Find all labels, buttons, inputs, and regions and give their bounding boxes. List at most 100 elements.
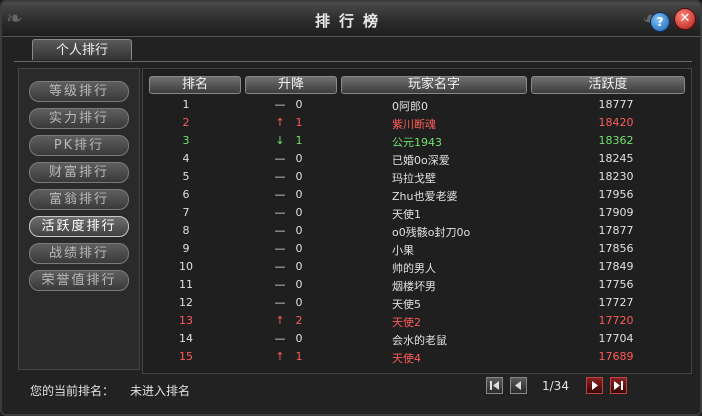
activity-score-cell: 18362 [598,134,634,147]
tab-personal-ranking[interactable]: 个人排行 [32,39,132,60]
table-row[interactable]: 11 — 0 烟楼坏男 17756 [143,276,691,294]
player-name-cell: 会水的老鼠 [392,334,447,347]
window-title: 排行榜 [314,12,387,30]
rank-cell: 14 [179,332,193,345]
rank-unchanged-icon: — [274,296,286,309]
rank-cell: 8 [182,224,190,237]
rank-change-cell: 0 [295,332,303,345]
player-name-cell: 天使5 [392,298,421,311]
rank-unchanged-icon: — [274,152,286,165]
rank-up-icon: ↑ [275,314,285,327]
rank-change-cell: 2 [295,314,303,327]
activity-score-cell: 17689 [598,350,634,363]
close-icon[interactable]: ✕ [674,8,696,30]
activity-score-cell: 17727 [598,296,634,309]
column-header-rank[interactable]: 排名 [149,76,241,94]
player-name-cell: 紫川断魂 [392,118,436,131]
help-icon[interactable]: ? [650,12,670,32]
activity-score-cell: 17849 [598,260,634,273]
rank-cell: 10 [179,260,193,273]
sidebar-item-rich[interactable]: 富翁排行 [29,189,129,210]
last-page-icon[interactable] [610,377,627,394]
table-row[interactable]: 13 ↑ 2 天使2 17720 [143,312,691,330]
table-row[interactable]: 10 — 0 帅的男人 17849 [143,258,691,276]
rank-cell: 1 [182,98,190,111]
activity-score-cell: 17877 [598,224,634,237]
player-name-cell: 烟楼坏男 [392,280,436,293]
rank-cell: 4 [182,152,190,165]
rank-cell: 9 [182,242,190,255]
rank-unchanged-icon: — [274,278,286,291]
table-row[interactable]: 15 ↑ 1 天使4 17689 [143,348,691,366]
rank-unchanged-icon: — [274,260,286,273]
rank-change-cell: 0 [295,224,303,237]
rank-change-cell: 0 [295,242,303,255]
rank-cell: 6 [182,188,190,201]
table-row[interactable]: 9 — 0 小果 17856 [143,240,691,258]
rank-change-cell: 0 [295,260,303,273]
sidebar-item-honor[interactable]: 荣誉值排行 [29,270,129,291]
sidebar-item-level[interactable]: 等级排行 [29,81,129,102]
rank-change-cell: 0 [295,278,303,291]
table-row[interactable]: 14 — 0 会水的老鼠 17704 [143,330,691,348]
table-row[interactable]: 6 — 0 Zhu也爱老婆 17956 [143,186,691,204]
player-name-cell: Zhu也爱老婆 [392,190,458,203]
player-name-cell: 天使2 [392,316,421,329]
rank-change-cell: 1 [295,350,303,363]
table-row[interactable]: 1 — 0 0阿郎0 18777 [143,96,691,114]
title-bar[interactable]: ❧ 排行榜 ☙ ? ✕ [2,2,700,37]
player-name-cell: 公元1943 [392,136,442,149]
rank-change-cell: 0 [295,206,303,219]
rank-up-icon: ↑ [275,350,285,363]
ranking-window: ❧ 排行榜 ☙ ? ✕ 个人排行 等级排行 实力排行 PK排行 财富排行 富翁排… [0,0,702,416]
column-header-activity[interactable]: 活跃度 [531,76,685,94]
prev-page-icon[interactable] [510,377,527,394]
rank-unchanged-icon: — [274,224,286,237]
rank-unchanged-icon: — [274,188,286,201]
page-indicator: 1/34 [542,379,569,393]
player-name-cell: 帅的男人 [392,262,436,275]
table-row[interactable]: 8 — 0 o0残骸o封刀0o 17877 [143,222,691,240]
table-row[interactable]: 2 ↑ 1 紫川断魂 18420 [143,114,691,132]
sidebar-item-strength[interactable]: 实力排行 [29,108,129,129]
current-rank-label: 您的当前排名： [30,384,115,398]
rank-cell: 15 [179,350,193,363]
current-rank-value: 未进入排名 [130,384,191,398]
rank-change-cell: 0 [295,296,303,309]
table-row[interactable]: 12 — 0 天使5 17727 [143,294,691,312]
table-row[interactable]: 5 — 0 玛拉戈壁 18230 [143,168,691,186]
rank-unchanged-icon: — [274,206,286,219]
tab-strip: 个人排行 [14,39,692,62]
rank-cell: 7 [182,206,190,219]
column-header-change[interactable]: 升降 [245,76,337,94]
player-name-cell: 0阿郎0 [392,100,428,113]
sidebar-item-battle-record[interactable]: 战绩排行 [29,243,129,264]
activity-score-cell: 17720 [598,314,634,327]
rank-cell: 13 [179,314,193,327]
next-page-icon[interactable] [586,377,603,394]
sidebar-item-wealth[interactable]: 财富排行 [29,162,129,183]
rank-change-cell: 0 [295,170,303,183]
player-name-cell: o0残骸o封刀0o [392,226,471,239]
rank-cell: 3 [182,134,190,147]
first-page-icon[interactable] [486,377,503,394]
activity-score-cell: 18420 [598,116,634,129]
table-row[interactable]: 7 — 0 天使1 17909 [143,204,691,222]
activity-score-cell: 17956 [598,188,634,201]
ranking-table: 排名 升降 玩家名字 活跃度 1—0 0阿郎0 18777 2 ↑ 1 紫川断魂 18420 3… [142,68,692,374]
rank-unchanged-icon: — [274,242,286,255]
column-header-player-name[interactable]: 玩家名字 [341,76,527,94]
rank-unchanged-icon: — [274,332,286,345]
rank-cell: 2 [182,116,190,129]
sidebar-item-pk[interactable]: PK排行 [29,135,129,156]
table-row[interactable]: 3 ↓ 1 公元1943 18362 [143,132,691,150]
rank-down-icon: ↓ [275,134,285,147]
activity-score-cell: 17856 [598,242,634,255]
rank-cell: 5 [182,170,190,183]
sidebar-item-activity[interactable]: 活跃度排行 [29,216,129,237]
rank-unchanged-icon: — [274,98,286,111]
rank-cell: 11 [179,278,193,291]
activity-score-cell: 18777 [598,98,634,111]
table-row[interactable]: 4 — 0 已婚0o深爱 18245 [143,150,691,168]
rank-change-cell: 1 [295,134,303,147]
